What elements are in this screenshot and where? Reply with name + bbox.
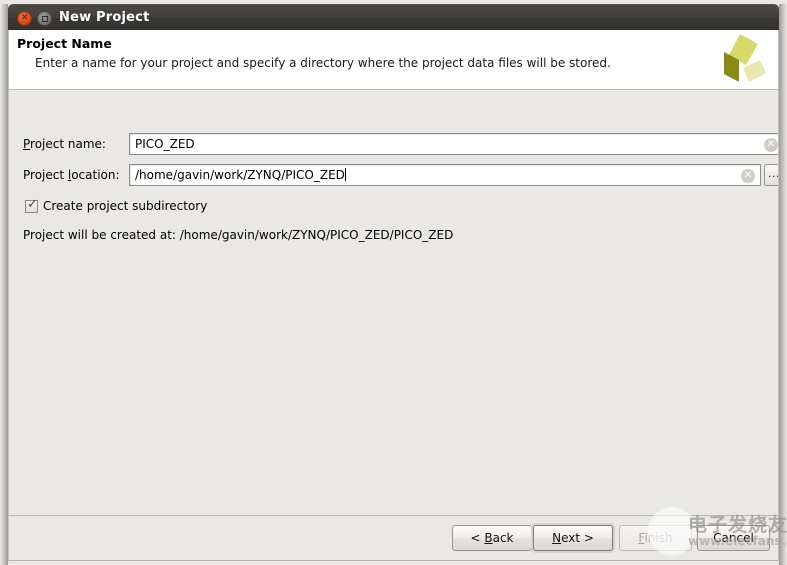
project-location-row: Project location: /home/gavin/work/ZYNQ/… [9, 164, 778, 188]
clear-icon[interactable]: ✕ [741, 169, 755, 183]
finish-button[interactable]: Finish [619, 525, 692, 551]
title-bar: ✕ New Project [8, 4, 779, 30]
window-title: New Project [59, 10, 150, 25]
form-area: Project name: PICO_ZED ✕ Project locatio… [9, 91, 778, 516]
checkmark-icon: ✓ [27, 197, 38, 212]
project-name-row: Project name: PICO_ZED ✕ [9, 133, 778, 157]
next-button[interactable]: Next > [533, 525, 613, 551]
window-shadow-right [779, 4, 787, 565]
dialog-body: Project Name Enter a name for your proje… [8, 30, 779, 561]
xilinx-vivado-logo [724, 34, 766, 82]
close-x-glyph: ✕ [20, 13, 29, 23]
clear-icon[interactable]: ✕ [764, 138, 778, 152]
project-location-label: Project location: [23, 168, 120, 182]
maximize-icon[interactable] [37, 11, 52, 26]
created-at-row: Project will be created at: /home/gavin/… [9, 226, 778, 250]
created-at-text: Project will be created at: /home/gavin/… [23, 228, 454, 242]
back-button[interactable]: < Back [452, 525, 532, 551]
project-name-input[interactable]: PICO_ZED ✕ [129, 133, 778, 155]
text-caret [344, 168, 346, 181]
browse-button[interactable]: ... [764, 164, 778, 186]
cancel-button[interactable]: Cancel [697, 525, 770, 551]
new-project-dialog-window: ✕ New Project Project Name Enter a name … [0, 0, 787, 565]
project-name-label: Project name: [23, 137, 106, 151]
close-icon[interactable]: ✕ [17, 11, 32, 26]
project-location-input[interactable]: /home/gavin/work/ZYNQ/PICO_ZED ✕ [129, 164, 761, 186]
create-subdirectory-row: ✓ Create project subdirectory [9, 196, 778, 220]
window-shadow-left [0, 4, 8, 565]
page-subtitle: Enter a name for your project and specif… [35, 56, 611, 70]
maximize-square-glyph [41, 15, 48, 22]
project-location-value: /home/gavin/work/ZYNQ/PICO_ZED [135, 168, 346, 182]
page-title: Project Name [17, 36, 112, 51]
dialog-footer: < Back Next > Finish Cancel [9, 516, 778, 560]
project-name-value: PICO_ZED [135, 137, 195, 151]
dialog-header: Project Name Enter a name for your proje… [9, 30, 778, 90]
create-subdirectory-label[interactable]: Create project subdirectory [43, 199, 207, 213]
create-subdirectory-checkbox[interactable]: ✓ [25, 197, 38, 213]
